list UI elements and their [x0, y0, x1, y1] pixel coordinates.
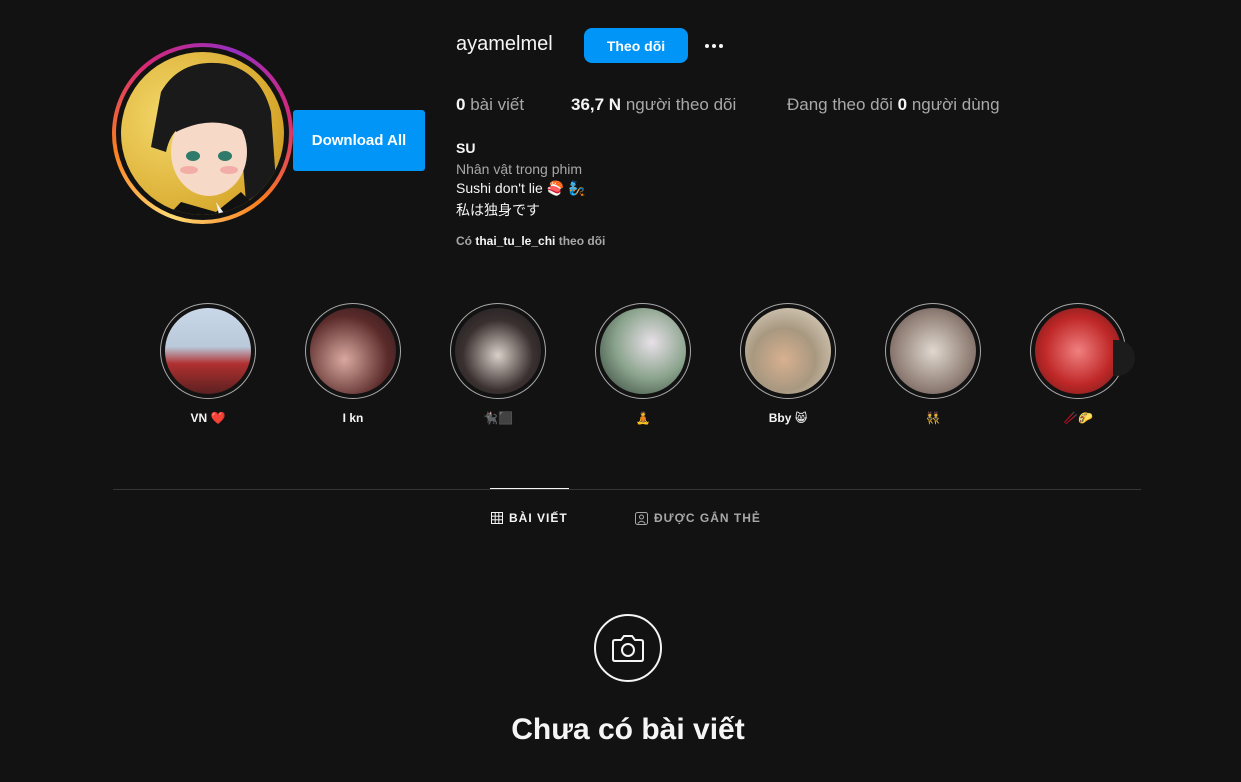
highlight-label: I kn [342, 411, 364, 425]
following-prefix: Đang theo dõi [787, 95, 893, 114]
highlight-image [1035, 308, 1121, 394]
highlight-image [455, 308, 541, 394]
highlight-item[interactable]: Bby 😸 [740, 303, 836, 427]
highlight-item[interactable]: 🥢🌮 [1030, 303, 1126, 427]
profile-username: ayamelmel [456, 33, 553, 55]
download-all-button[interactable]: Download All [293, 110, 425, 171]
followers-label: người theo dõi [625, 95, 737, 114]
avatar-image [121, 52, 284, 215]
highlight-image [310, 308, 396, 394]
bio-line-2: 私は独身です [456, 202, 540, 218]
highlight-item[interactable]: 🐈‍⬛⬛ [450, 303, 546, 427]
active-tab-indicator [490, 488, 569, 489]
camera-icon [594, 614, 662, 682]
followers-count: 36,7 N [571, 95, 622, 114]
highlight-item[interactable]: 🧘 [595, 303, 691, 427]
followed-suffix: theo dõi [558, 234, 606, 248]
highlight-label: VN ❤️ [190, 411, 226, 425]
more-options-icon[interactable] [700, 34, 728, 58]
following-count: 0 [897, 95, 908, 114]
highlight-image [600, 308, 686, 394]
highlights-next-button[interactable] [1113, 340, 1135, 376]
posts-stat: 0 bài viết [456, 95, 524, 115]
profile-avatar[interactable] [112, 43, 293, 224]
highlight-image [745, 308, 831, 394]
following-stat[interactable]: Đang theo dõi 0 người dùng [787, 95, 1000, 115]
highlight-label: 🧘 [635, 411, 651, 425]
following-suffix: người dùng [911, 95, 1000, 114]
tagged-user-icon [635, 511, 648, 525]
highlight-item[interactable]: 👯 [885, 303, 981, 427]
highlight-item[interactable]: I kn [305, 303, 401, 427]
highlight-label: 🐈‍⬛⬛ [483, 411, 513, 425]
highlight-label: 🥢🌮 [1063, 411, 1093, 425]
followed-user[interactable]: thai_tu_le_chi [475, 234, 555, 248]
followed-by[interactable]: Có thai_tu_le_chi theo dõi [456, 234, 605, 248]
bio-category: Nhân vật trong phim [456, 161, 583, 177]
empty-state-title: Chưa có bài viết [511, 713, 745, 746]
followers-stat[interactable]: 36,7 N người theo dõi [571, 95, 736, 115]
highlight-label: Bby 😸 [768, 411, 808, 425]
bio-name: SU [456, 140, 476, 156]
highlight-item[interactable]: VN ❤️ [160, 303, 256, 427]
highlight-label: 👯 [925, 411, 941, 425]
grid-icon [491, 512, 503, 524]
highlight-image [165, 308, 251, 394]
tab-tagged[interactable]: ĐƯỢC GẮN THẺ [635, 511, 761, 525]
tab-posts-label: BÀI VIẾT [509, 511, 568, 525]
tab-tagged-label: ĐƯỢC GẮN THẺ [654, 511, 761, 525]
posts-count: 0 [456, 95, 466, 114]
followed-prefix: Có [456, 234, 472, 248]
tab-posts[interactable]: BÀI VIẾT [491, 511, 568, 525]
follow-button[interactable]: Theo dõi [584, 28, 688, 63]
bio-line-1: Sushi don't lie 🍣 🧞 [456, 180, 586, 196]
tabs-divider [113, 489, 1141, 490]
highlight-image [890, 308, 976, 394]
posts-label: bài viết [470, 95, 525, 114]
